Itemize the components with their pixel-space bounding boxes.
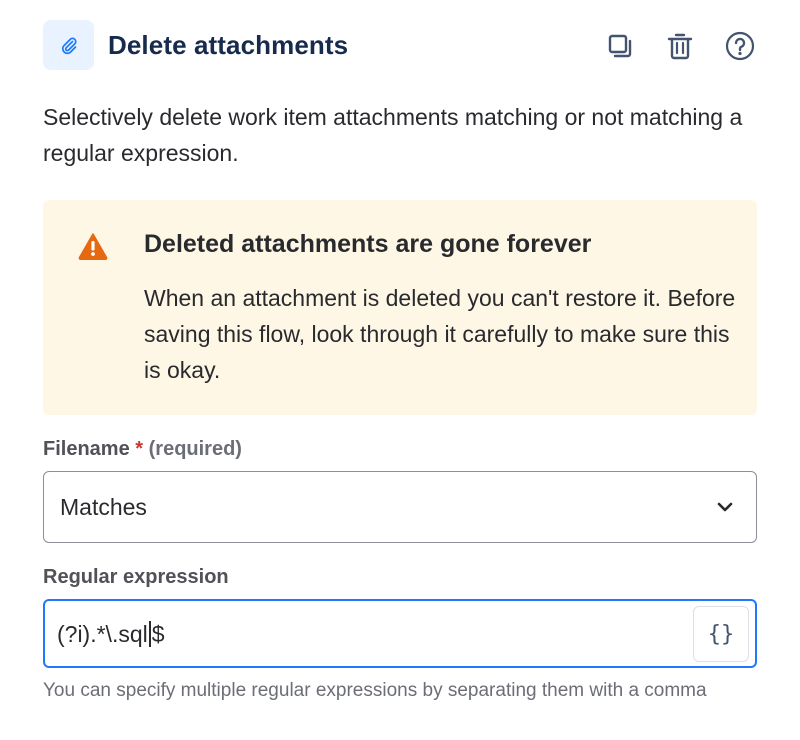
- regex-input-value: (?i).*\.sql $: [57, 621, 165, 647]
- duplicate-icon: [608, 34, 632, 58]
- warning-body: When an attachment is deleted you can't …: [144, 285, 736, 383]
- rule-description: Selectively delete work item attachments…: [43, 104, 743, 166]
- header-actions: [603, 29, 757, 63]
- filename-label-text: Filename: [43, 438, 130, 460]
- regex-helper-text: You can specify multiple regular express…: [43, 680, 707, 701]
- smart-value-button[interactable]: {}: [693, 606, 749, 662]
- trash-icon: [667, 33, 693, 60]
- delete-button[interactable]: [663, 29, 697, 63]
- warning-title: Deleted attachments are gone forever: [144, 230, 592, 258]
- regex-input[interactable]: (?i).*\.sql $ {}: [43, 599, 757, 668]
- warning-icon: [78, 232, 108, 265]
- chevron-down-icon: [717, 502, 733, 512]
- warning-section-message: Deleted attachments are gone forever Whe…: [43, 200, 757, 415]
- filename-select-value: Matches: [60, 494, 147, 520]
- panel-title: Delete attachments: [108, 30, 349, 60]
- required-marker: *: [135, 438, 144, 460]
- filename-label: Filename * (required): [43, 438, 242, 461]
- regex-label: Regular expression: [43, 566, 229, 588]
- help-button[interactable]: [723, 29, 757, 63]
- paperclip-icon: [43, 20, 94, 70]
- text-caret: [148, 621, 151, 647]
- duplicate-button[interactable]: [603, 29, 637, 63]
- filename-select[interactable]: Matches: [43, 471, 757, 543]
- help-icon: [725, 31, 755, 61]
- required-text: (required): [148, 438, 242, 460]
- panel-header: Delete attachments: [43, 20, 757, 70]
